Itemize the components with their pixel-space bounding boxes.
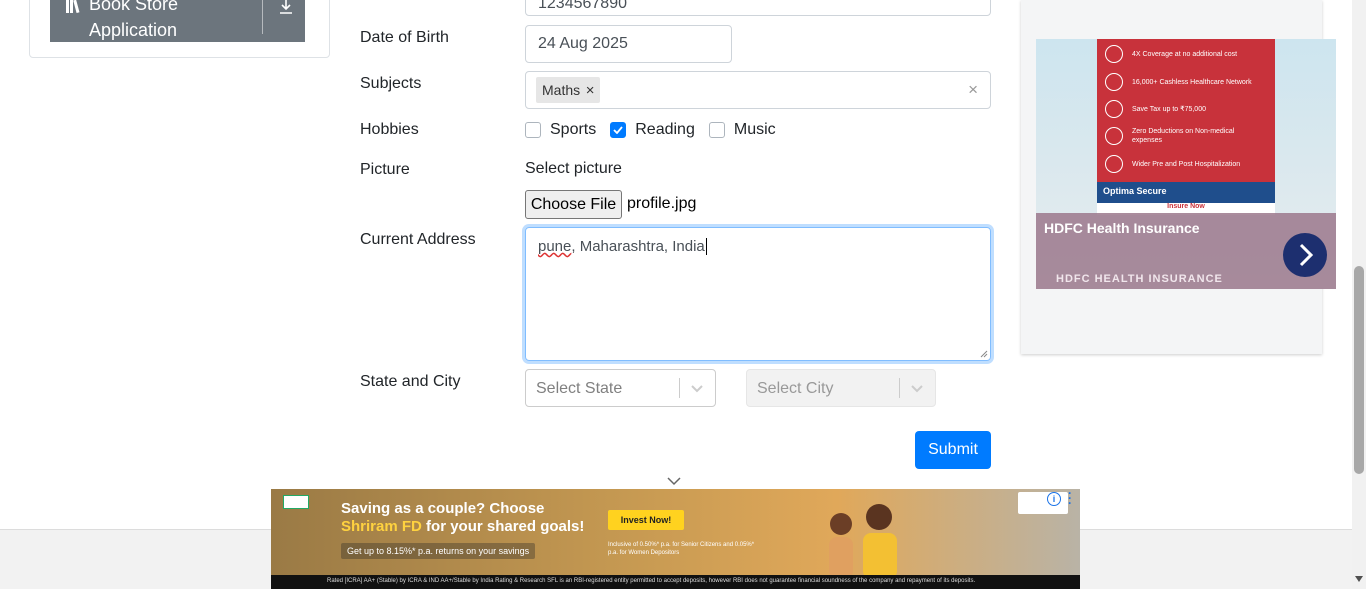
dob-value: 24 Aug 2025 bbox=[538, 35, 628, 52]
sports-checkbox[interactable] bbox=[525, 122, 541, 138]
file-name: profile.jpg bbox=[627, 195, 697, 212]
ad-feature: Wider Pre and Post Hospitalization bbox=[1105, 155, 1252, 173]
feature-icon bbox=[1105, 45, 1123, 63]
picture-label: Picture bbox=[360, 161, 410, 178]
dob-label: Date of Birth bbox=[360, 29, 449, 46]
chevron-down-icon[interactable] bbox=[690, 381, 704, 395]
current-address-label: Current Address bbox=[360, 231, 476, 248]
ad-disclaimer-strip: Rated [ICRA] AA+ (Stable) by ICRA & IND … bbox=[271, 575, 1080, 589]
sidebar-item-label: Book Store Application bbox=[89, 0, 179, 40]
sidebar-card: Book Store Application bbox=[29, 0, 330, 58]
ad-headline: Saving as a couple? Choose Shriram FD fo… bbox=[341, 500, 585, 535]
clear-subjects-icon[interactable]: × bbox=[968, 80, 978, 100]
vertical-scrollbar[interactable] bbox=[1352, 0, 1366, 589]
feature-icon bbox=[1105, 100, 1123, 118]
city-select[interactable]: Select City bbox=[746, 369, 936, 407]
ad-feature: 4X Coverage at no additional cost bbox=[1105, 45, 1252, 63]
more-options-icon[interactable]: · · · bbox=[1068, 489, 1074, 509]
feature-icon bbox=[1105, 127, 1123, 145]
ad-brand: HDFC HEALTH INSURANCE bbox=[1056, 273, 1223, 285]
city-placeholder: Select City bbox=[757, 380, 834, 397]
text-cursor bbox=[705, 238, 707, 255]
chevron-right-icon bbox=[1299, 243, 1314, 267]
remove-chip-icon[interactable]: × bbox=[580, 82, 600, 99]
current-address-textarea[interactable]: pune, Maharashtra, India bbox=[525, 227, 991, 361]
submit-button[interactable]: Submit bbox=[915, 431, 991, 469]
state-city-label: State and City bbox=[360, 373, 461, 390]
mobile-number-input[interactable]: 1234567890 bbox=[525, 0, 991, 16]
ad-title[interactable]: HDFC Health Insurance bbox=[1044, 220, 1200, 236]
ad-subtext: Get up to 8.15%* p.a. returns on your sa… bbox=[341, 543, 536, 559]
state-select[interactable]: Select State bbox=[525, 369, 716, 407]
resize-handle-icon[interactable] bbox=[980, 350, 988, 358]
ad-next-button[interactable] bbox=[1283, 233, 1327, 277]
download-icon[interactable] bbox=[278, 0, 294, 15]
subjects-label: Subjects bbox=[360, 75, 422, 92]
city-indicator-separator bbox=[899, 378, 900, 398]
hdfc-ad-banner[interactable]: 4X Coverage at no additional cost 16,000… bbox=[1036, 39, 1336, 289]
feature-icon bbox=[1105, 155, 1123, 173]
invest-now-button[interactable]: Invest Now! bbox=[608, 510, 684, 530]
feature-icon bbox=[1105, 73, 1123, 91]
book-icon bbox=[66, 0, 84, 14]
reading-checkbox[interactable] bbox=[610, 122, 627, 138]
chevron-down-icon[interactable] bbox=[667, 476, 681, 486]
subject-chip-label: Maths bbox=[542, 82, 581, 98]
ad-feature: Zero Deductions on Non-medical expenses bbox=[1105, 127, 1252, 145]
misspelled-word: pune bbox=[538, 238, 572, 255]
sidebar-item-book-store[interactable]: Book Store Application bbox=[50, 0, 305, 42]
chevron-down-icon[interactable] bbox=[910, 381, 924, 395]
ad-fine-print: Inclusive of 0.50%* p.a. for Senior Citi… bbox=[608, 542, 755, 556]
ad-choices-badge bbox=[1018, 492, 1068, 514]
scroll-down-arrow-icon[interactable] bbox=[1355, 576, 1363, 582]
ad-feature: 16,000+ Cashless Healthcare Network bbox=[1105, 73, 1252, 91]
music-label[interactable]: Music bbox=[734, 121, 776, 139]
hobby-sports[interactable]: Sports bbox=[525, 121, 596, 139]
info-icon[interactable]: i bbox=[1047, 492, 1061, 506]
select-picture-text: Select picture bbox=[525, 160, 622, 177]
hobbies-group: Sports Reading Music bbox=[525, 119, 790, 141]
state-indicator-separator bbox=[679, 378, 680, 398]
address-text: , Maharashtra, India bbox=[571, 238, 705, 255]
shriram-fd-ad-banner[interactable]: Saving as a couple? Choose Shriram FD fo… bbox=[271, 489, 1080, 589]
subjects-input[interactable]: Maths × × bbox=[525, 71, 991, 109]
couple-illustration bbox=[829, 504, 897, 579]
state-placeholder: Select State bbox=[536, 380, 623, 397]
hobbies-label: Hobbies bbox=[360, 121, 419, 138]
music-checkbox[interactable] bbox=[708, 122, 725, 138]
ad-feature: Save Tax up to ₹75,000 bbox=[1105, 100, 1252, 118]
reading-label[interactable]: Reading bbox=[635, 121, 695, 139]
sidebar-divider bbox=[262, 0, 263, 34]
sports-label[interactable]: Sports bbox=[550, 121, 596, 139]
scrollbar-thumb[interactable] bbox=[1354, 266, 1364, 474]
subject-chip: Maths × bbox=[536, 77, 601, 103]
hobby-music[interactable]: Music bbox=[708, 121, 776, 139]
mobile-number-value: 1234567890 bbox=[538, 0, 627, 12]
shriram-logo bbox=[283, 495, 309, 509]
hobby-reading[interactable]: Reading bbox=[610, 121, 695, 139]
choose-file-button[interactable]: Choose File bbox=[525, 190, 622, 219]
dob-input[interactable]: 24 Aug 2025 bbox=[525, 25, 732, 63]
